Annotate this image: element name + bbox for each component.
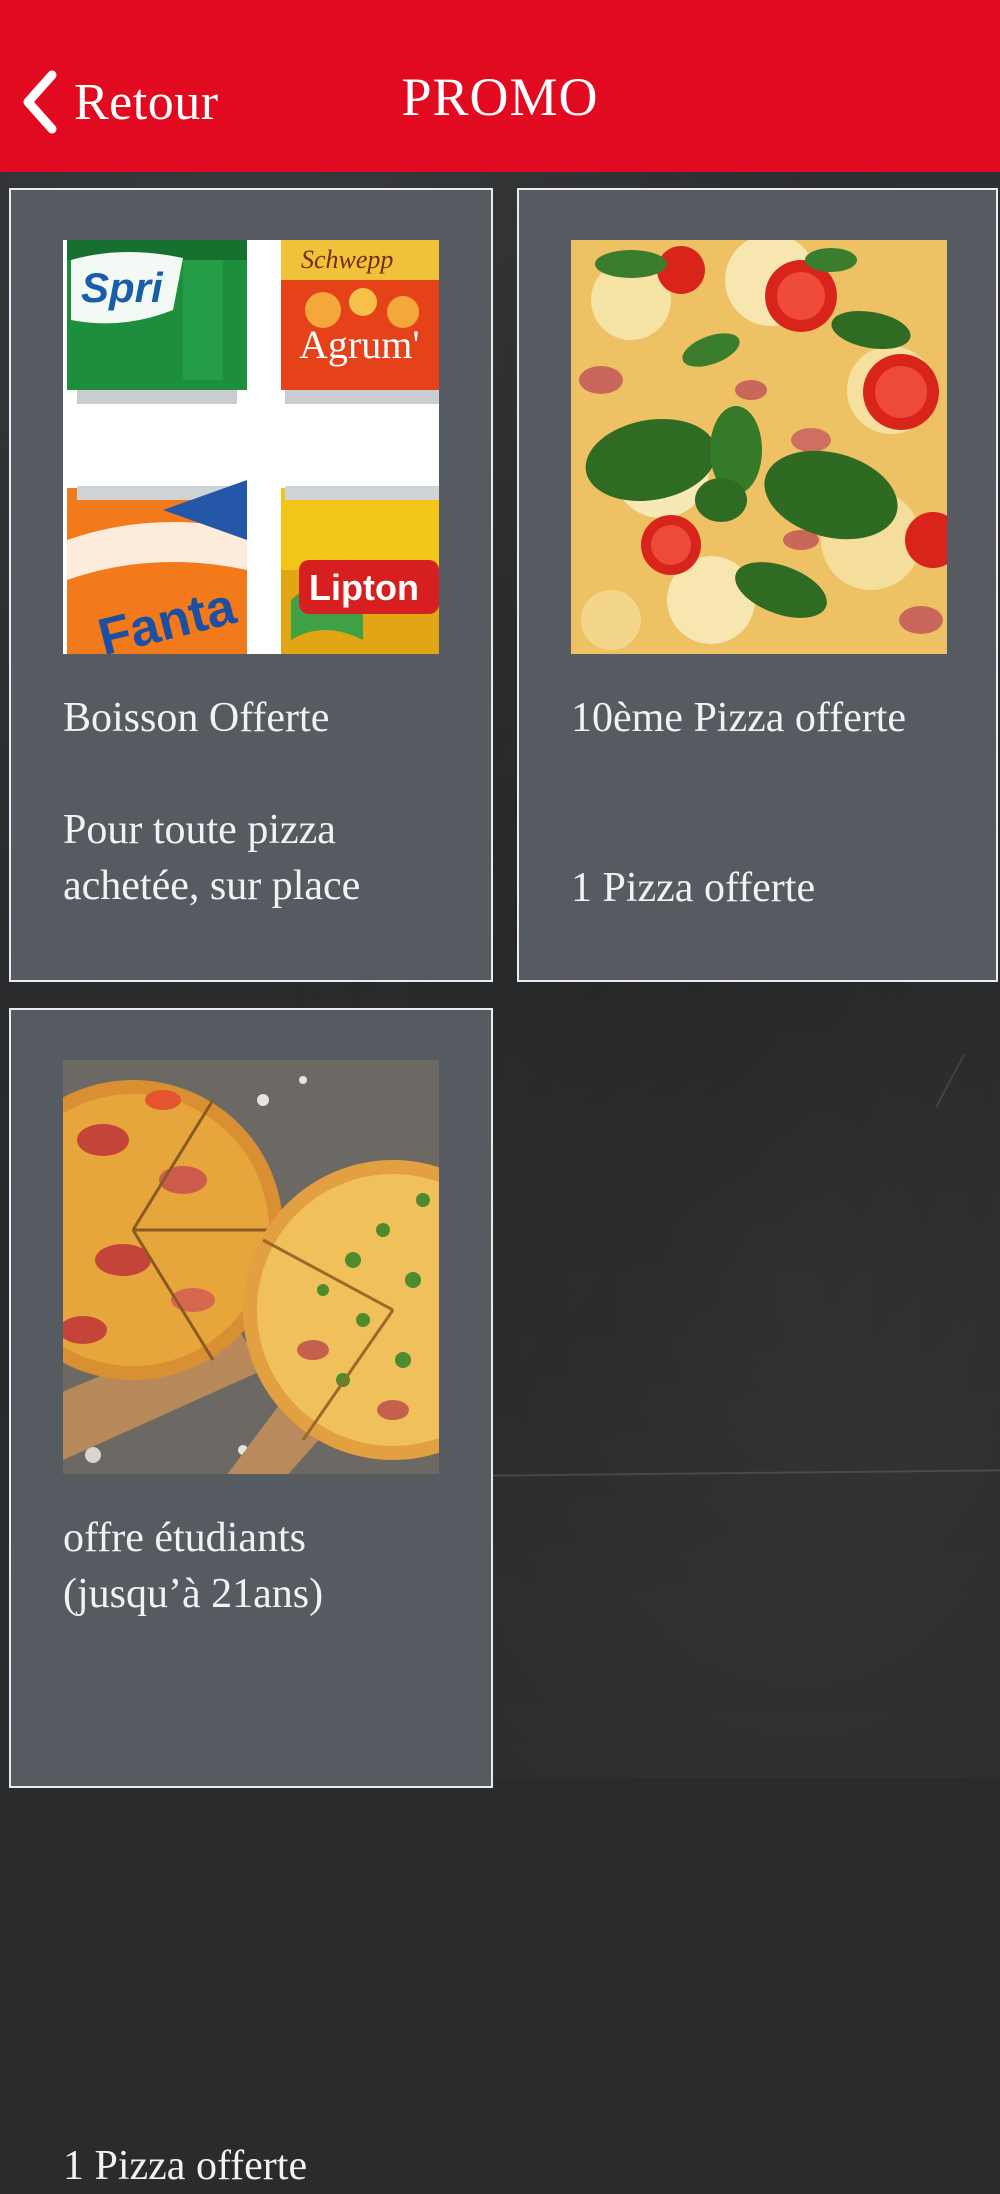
promo-title: 10ème Pizza offerte xyxy=(571,695,907,741)
promo-title: offre étudiants (jusqu’à 21ans) xyxy=(63,1515,324,1617)
svg-text:Schwepp: Schwepp xyxy=(301,245,393,274)
promo-card-10eme-pizza[interactable]: 10ème Pizza offerte 1 Pizza offerte xyxy=(517,188,998,982)
promo-description: 1 Pizza offerte xyxy=(63,2143,308,2189)
promo-image-two-pizzas xyxy=(63,1060,439,1474)
promo-description: Pour toute pizza achetée, sur place xyxy=(63,807,361,909)
svg-text:Lipton: Lipton xyxy=(309,567,419,608)
promo-card-boisson[interactable]: Spri Schwepp Agrum' Fanta Lipton Boisson… xyxy=(9,188,493,982)
promo-card-etudiants[interactable]: offre étudiants (jusqu’à 21ans) 1 Pizza … xyxy=(9,1008,493,2189)
promo-image-basil-pizza xyxy=(571,240,947,654)
promo-description: 1 Pizza offerte xyxy=(571,865,816,911)
page-title: PROMO xyxy=(401,67,599,127)
promo-image-soda-cans: Spri Schwepp Agrum' Fanta Lipton xyxy=(63,240,439,654)
promo-title: Boisson Offerte xyxy=(63,695,330,741)
svg-text:Spri: Spri xyxy=(81,264,164,311)
svg-text:Agrum': Agrum' xyxy=(299,322,420,367)
header-bar: Retour PROMO xyxy=(0,0,1000,172)
